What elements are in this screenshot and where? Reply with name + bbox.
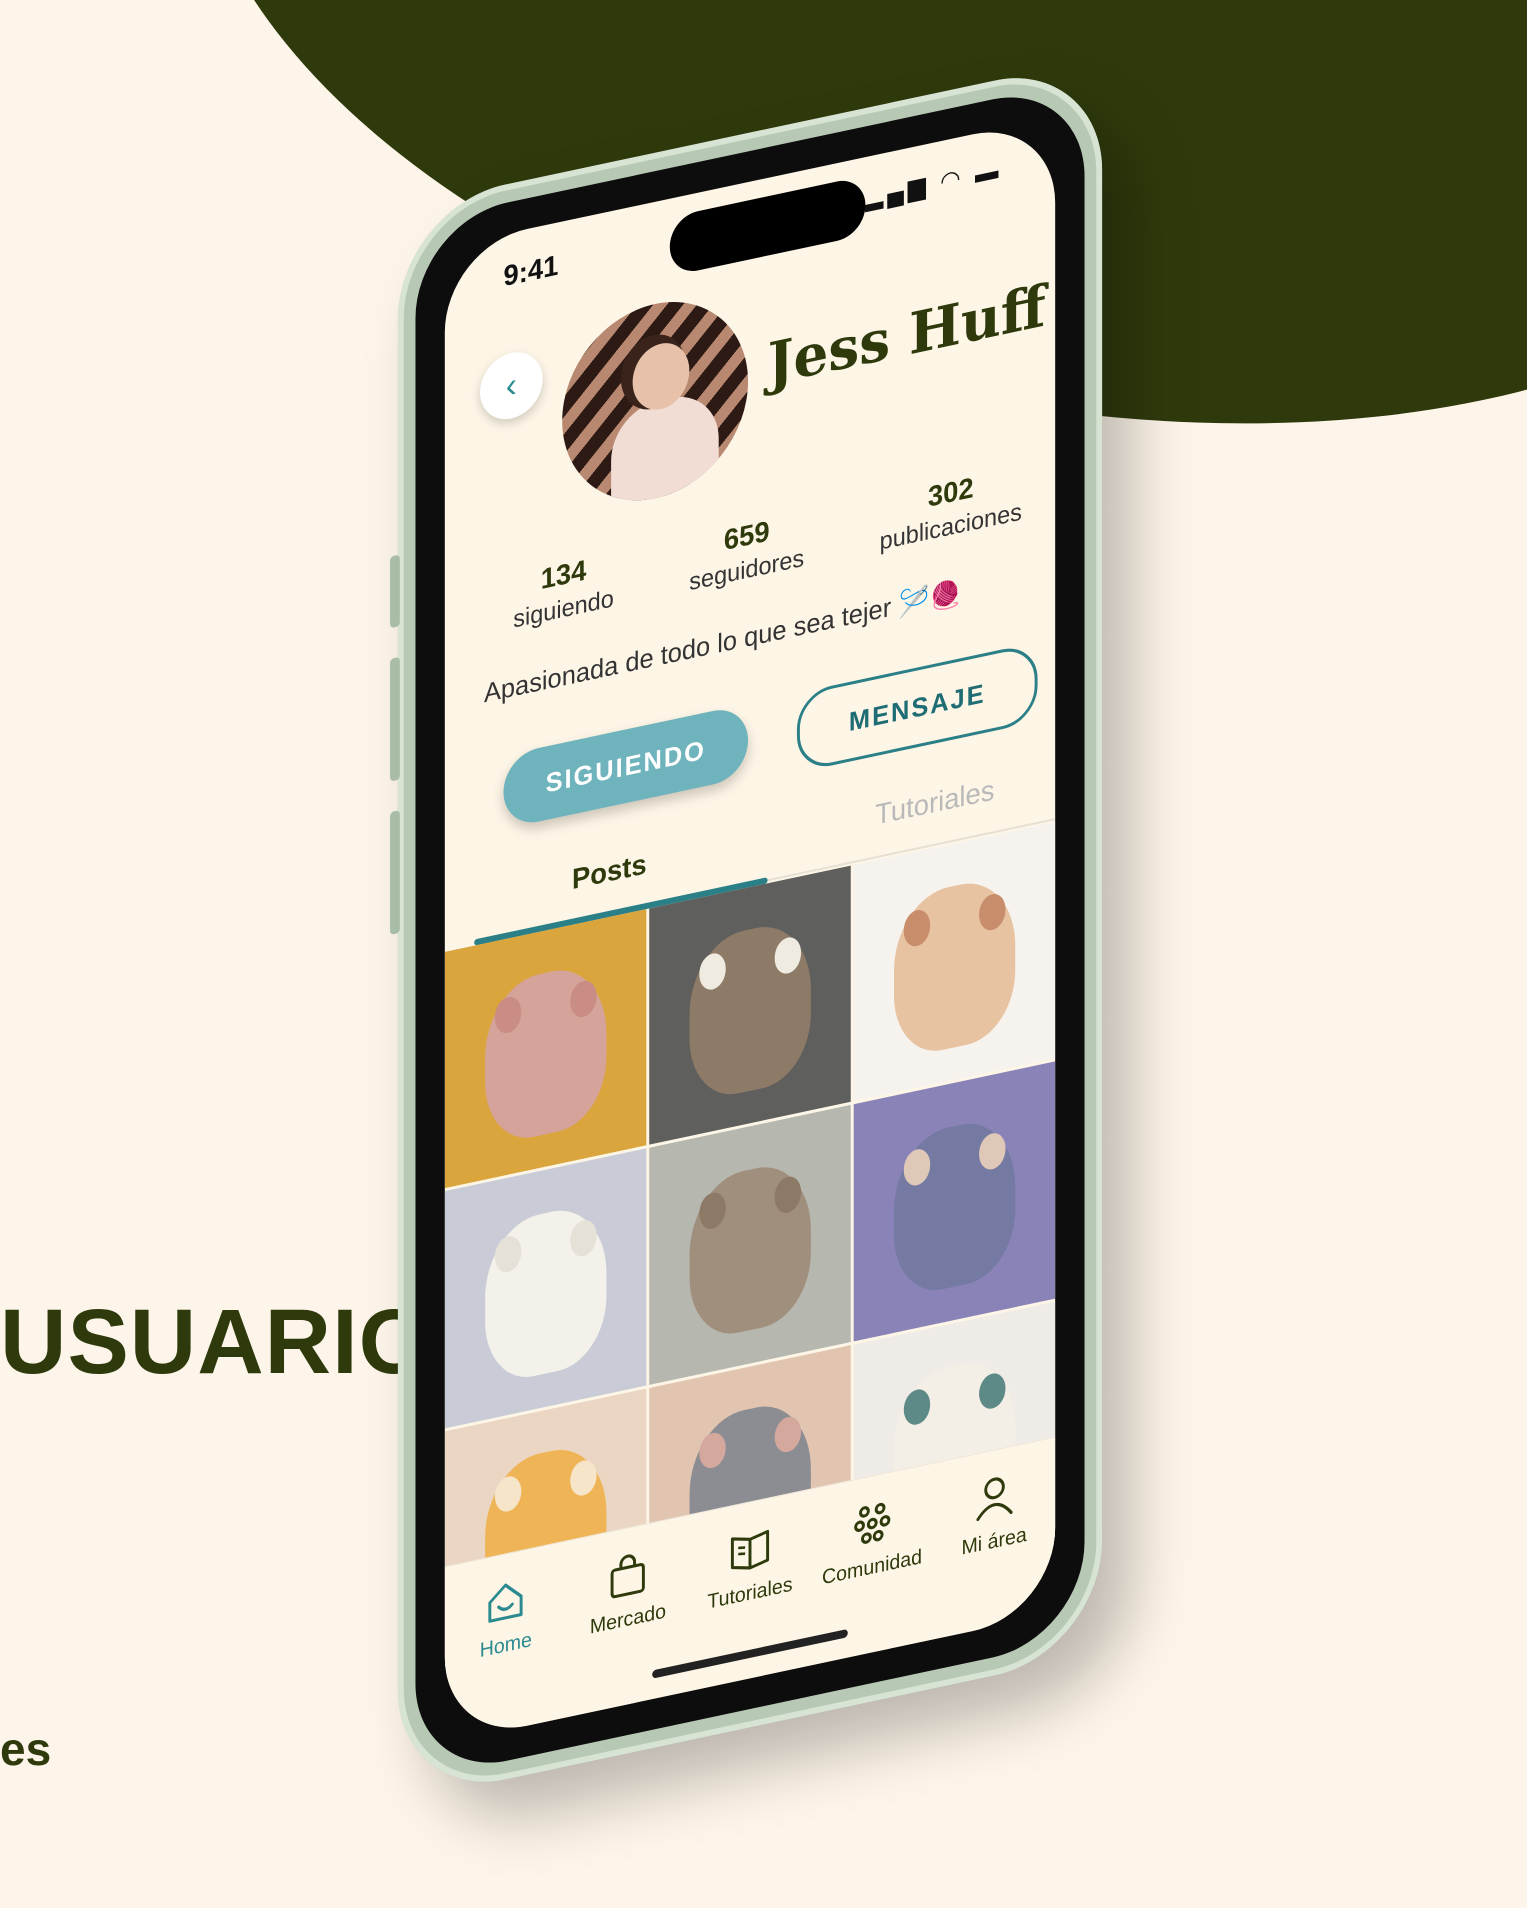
- stat-following[interactable]: 134 siguiendo: [513, 548, 614, 635]
- nav-label: Comunidad: [822, 1545, 923, 1590]
- dynamic-island: [669, 175, 866, 277]
- post-thumbnail-puppy-amigurumi[interactable]: [853, 822, 1056, 1102]
- post-thumbnail-bear-amigurumi[interactable]: [649, 865, 851, 1145]
- post-image-detail: [699, 1429, 726, 1471]
- nav-item-comunidad[interactable]: Comunidad: [818, 1488, 926, 1592]
- nav-item-tutoriales[interactable]: Tutoriales: [696, 1514, 804, 1618]
- nav-label: Mi área: [961, 1523, 1027, 1560]
- phone-mockup: 9:41 ▂▄▆ ◠ ▬ ‹ Jess Huff 134 siguiendo 6…: [390, 57, 1103, 1803]
- post-image-detail: [494, 1473, 522, 1515]
- post-image-detail: [903, 907, 931, 949]
- post-thumbnail-sheep-amigurumi[interactable]: [444, 1148, 647, 1428]
- post-thumbnail-pig-amigurumi[interactable]: [444, 909, 647, 1189]
- stat-posts[interactable]: 302 publicaciones: [880, 461, 1022, 557]
- following-button[interactable]: SIGUIENDO: [503, 703, 749, 830]
- home-icon: [482, 1572, 529, 1631]
- post-image-detail: [494, 994, 522, 1036]
- profile-name: Jess Huff: [767, 272, 1046, 399]
- nav-label: Tutoriales: [707, 1573, 793, 1614]
- post-image-detail: [569, 1217, 597, 1259]
- phone-bezel: 9:41 ▂▄▆ ◠ ▬ ‹ Jess Huff 134 siguiendo 6…: [415, 79, 1085, 1781]
- post-image-detail: [699, 1190, 726, 1232]
- chevron-left-icon: ‹: [505, 364, 517, 406]
- tab-posts[interactable]: Posts: [572, 848, 647, 897]
- nav-label: Mercado: [589, 1600, 666, 1639]
- post-thumbnail-cat-amigurumi[interactable]: [649, 1105, 851, 1385]
- back-button[interactable]: ‹: [480, 346, 543, 426]
- nav-item-mercado[interactable]: Mercado: [574, 1540, 682, 1644]
- app-screen: 9:41 ▂▄▆ ◠ ▬ ‹ Jess Huff 134 siguiendo 6…: [444, 116, 1056, 1744]
- status-time: 9:41: [503, 248, 559, 293]
- post-image-detail: [774, 934, 801, 976]
- post-thumbnail-bunnies-amigurumi[interactable]: [853, 1061, 1056, 1342]
- post-image-detail: [494, 1233, 522, 1275]
- section-title: USUARIO: [0, 1291, 432, 1393]
- post-image-detail: [699, 950, 726, 992]
- nav-item-home[interactable]: Home: [452, 1565, 560, 1669]
- stat-followers[interactable]: 659 seguidores: [689, 508, 804, 598]
- nav-item-mi-area[interactable]: Mi área: [940, 1462, 1048, 1566]
- post-image-detail: [774, 1174, 801, 1216]
- avatar[interactable]: [562, 284, 749, 519]
- post-image-detail: [569, 1457, 597, 1499]
- post-image-subject: [485, 1199, 607, 1387]
- post-image-subject: [893, 1112, 1015, 1300]
- post-image-detail: [978, 1131, 1006, 1173]
- post-image-subject: [893, 873, 1015, 1060]
- message-button[interactable]: MENSAJE: [796, 641, 1038, 773]
- user-icon: [971, 1468, 1018, 1527]
- shopping-bag-icon: [604, 1546, 651, 1605]
- phone-side-button: [390, 810, 400, 935]
- open-book-icon: [727, 1520, 774, 1579]
- post-image-subject: [689, 1156, 811, 1343]
- status-icons: ▂▄▆ ◠ ▬: [865, 155, 1003, 213]
- post-image-detail: [903, 1146, 931, 1188]
- post-image-detail: [978, 891, 1006, 933]
- phone-side-button: [390, 656, 400, 782]
- tab-tutoriales[interactable]: Tutoriales: [875, 774, 994, 832]
- section-subtitle: es: [0, 1723, 52, 1775]
- post-image-subject: [485, 960, 607, 1147]
- post-image-subject: [689, 916, 811, 1104]
- post-image-detail: [774, 1414, 801, 1456]
- community-icon: [849, 1494, 896, 1553]
- phone-frame: 9:41 ▂▄▆ ◠ ▬ ‹ Jess Huff 134 siguiendo 6…: [390, 57, 1103, 1803]
- nav-label: Home: [479, 1628, 532, 1663]
- post-image-detail: [903, 1386, 931, 1428]
- post-image-detail: [569, 978, 597, 1020]
- phone-side-button: [390, 554, 400, 629]
- post-image-detail: [978, 1370, 1006, 1412]
